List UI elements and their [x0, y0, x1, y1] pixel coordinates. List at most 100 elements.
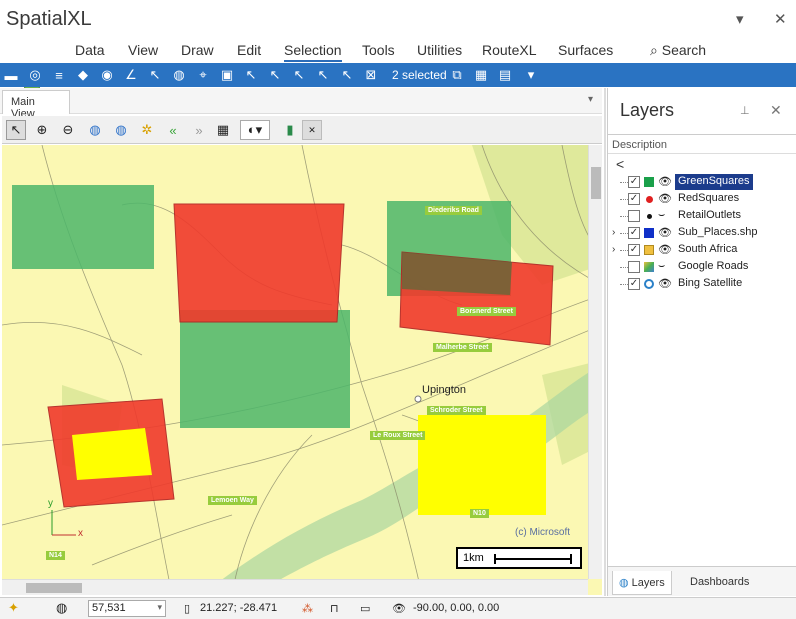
tab-main-view[interactable]: Main View [2, 90, 70, 120]
layer-checkbox[interactable]: ✓ [628, 193, 640, 205]
tab-layers[interactable]: ◍ Layers [612, 571, 672, 595]
select-radius-icon[interactable]: ↖ [314, 66, 332, 84]
globe-icon[interactable]: ◍ [170, 66, 188, 84]
close-button[interactable]: ✕ [774, 10, 787, 28]
map-icon[interactable]: ◆ [74, 66, 92, 84]
eye-icon[interactable]: 👁 [658, 226, 672, 239]
attribute-table-icon[interactable]: ▦ [472, 66, 490, 84]
eye-closed-icon[interactable]: ⌣ [658, 209, 665, 222]
zoom-out-icon[interactable]: ⊖ [58, 120, 78, 140]
layer-checkbox[interactable]: ✓ [628, 227, 640, 239]
layer-name: Sub_Places.shp [678, 226, 758, 238]
clear-selection-icon[interactable]: ⊠ [362, 66, 380, 84]
globe-settings-icon[interactable]: ◎ [26, 66, 44, 84]
next-extent-icon[interactable]: » [189, 120, 209, 140]
minimize-button[interactable]: ▾ [736, 10, 744, 28]
back-icon[interactable]: < [616, 156, 624, 172]
select-add-icon[interactable]: ↖ [338, 66, 356, 84]
layers-column-header[interactable]: Description [608, 134, 796, 154]
full-extent-icon[interactable]: ◍ [85, 120, 105, 140]
search-button[interactable]: ⌕ Search [650, 42, 706, 59]
menu-tools[interactable]: Tools [362, 42, 395, 58]
toolbar-close-icon[interactable]: ✕ [302, 120, 322, 140]
lock-icon[interactable]: ⊓ [330, 602, 339, 615]
layer-checkbox[interactable] [628, 261, 640, 273]
map-vertical-scrollbar[interactable] [588, 145, 602, 579]
pointer-tool-icon[interactable]: ↖ [6, 120, 26, 140]
layer-row[interactable]: ⌣ RetailOutlets [608, 208, 796, 225]
tree-connector [620, 216, 628, 217]
zoom-level-select[interactable]: 57,531 ▾ [88, 600, 166, 617]
layer-checkbox[interactable]: ✓ [628, 278, 640, 290]
previous-extent-icon[interactable]: « [163, 120, 183, 140]
tab-dashboards[interactable]: Dashboards [684, 571, 755, 595]
select-polygon-icon[interactable]: ↖ [266, 66, 284, 84]
yellow-square[interactable] [72, 428, 152, 480]
pin-icon[interactable]: ⌖ [194, 66, 212, 84]
lightbulb-icon[interactable]: ✦ [8, 600, 19, 616]
layer-row[interactable]: ⌣ Google Roads [608, 259, 796, 276]
measure-area-icon[interactable]: ◉ [98, 66, 116, 84]
layer-row[interactable]: › ✓ 👁 South Africa [608, 242, 796, 259]
layer-checkbox[interactable] [628, 210, 640, 222]
select-rect-icon[interactable]: ▣ [218, 66, 236, 84]
green-square[interactable] [12, 185, 154, 269]
menu-utilities[interactable]: Utilities [417, 42, 462, 58]
pin-icon[interactable]: ⊥ [740, 104, 750, 117]
horizontal-scroll-thumb[interactable] [26, 583, 82, 593]
settings-gear-icon[interactable]: ✲ [137, 120, 157, 140]
toolbar-more-icon[interactable]: ▾ [522, 66, 540, 84]
map-canvas[interactable]: Diederiks Road Borsnerd Street Malherbe … [2, 145, 602, 595]
zoom-layer-icon[interactable]: ◍ [111, 120, 131, 140]
layer-row[interactable]: ✓ 👁 GreenSquares [608, 174, 796, 191]
eye-icon[interactable]: 👁 [658, 192, 672, 205]
green-square[interactable] [180, 310, 350, 428]
globe-icon[interactable]: ◍ [56, 600, 67, 616]
road-label: Schroder Street [427, 406, 486, 415]
map-horizontal-scrollbar[interactable] [2, 579, 588, 595]
select-line-icon[interactable]: ↖ [290, 66, 308, 84]
layer-row[interactable]: ✓ 👁 Bing Satellite [608, 276, 796, 293]
chevron-down-icon: ▾ [157, 602, 162, 612]
vertical-scroll-thumb[interactable] [591, 167, 601, 199]
menu-selection[interactable]: Selection [284, 42, 342, 62]
eye-closed-icon[interactable]: ⌣ [658, 260, 665, 273]
layers-stack-icon[interactable]: ≡ [50, 66, 68, 84]
eye-icon[interactable]: 👁 [658, 277, 672, 290]
close-icon[interactable]: ✕ [770, 102, 782, 119]
tree-connector [620, 233, 628, 234]
menu-routexl[interactable]: RouteXL [482, 42, 536, 58]
pointer-distance-icon[interactable]: ↖ [146, 66, 164, 84]
expand-icon[interactable]: › [612, 227, 615, 238]
zoom-in-icon[interactable]: ⊕ [32, 120, 52, 140]
menu-data[interactable]: Data [75, 42, 105, 58]
expand-icon[interactable]: › [612, 244, 615, 255]
bookmark-icon[interactable]: ▮ [280, 120, 300, 140]
open-folder-icon[interactable]: ▬ [2, 66, 20, 84]
layer-checkbox[interactable]: ✓ [628, 244, 640, 256]
menu-surfaces[interactable]: Surfaces [558, 42, 613, 58]
panel-splitter[interactable] [604, 88, 606, 596]
copy-selection-icon[interactable]: ⧉ [448, 66, 466, 84]
angle-icon[interactable]: ∠ [122, 66, 140, 84]
excel-export-icon[interactable]: ▤ [496, 66, 514, 84]
basemap-picker-icon[interactable]: ◐▾ [240, 120, 270, 140]
tab-dropdown-icon[interactable]: ▾ [588, 94, 593, 105]
menu-view[interactable]: View [128, 42, 158, 58]
layer-name: RedSquares [678, 192, 740, 204]
select-pointer-icon[interactable]: ↖ [242, 66, 260, 84]
red-square[interactable] [173, 203, 345, 323]
menu-edit[interactable]: Edit [237, 42, 261, 58]
message-icon[interactable]: ▭ [360, 602, 370, 615]
yellow-square[interactable] [418, 415, 546, 515]
tree-connector [620, 182, 628, 183]
layer-row[interactable]: › ✓ 👁 Sub_Places.shp [608, 225, 796, 242]
eye-icon[interactable]: 👁 [658, 175, 672, 188]
eye-icon[interactable]: 👁 [658, 243, 672, 256]
layer-checkbox[interactable]: ✓ [628, 176, 640, 188]
main-toolbar: ▬ ◎ ≡ ◆ ◉ ∠ ↖ ◍ ⌖ ▣ ↖ ↖ ↖ ↖ ↖ ⊠ 2 select… [0, 63, 796, 87]
grid-icon[interactable]: ▦ [213, 120, 233, 140]
snap-icon[interactable]: ⁂ [302, 602, 313, 615]
menu-draw[interactable]: Draw [181, 42, 214, 58]
layer-row[interactable]: ✓ 👁 RedSquares [608, 191, 796, 208]
